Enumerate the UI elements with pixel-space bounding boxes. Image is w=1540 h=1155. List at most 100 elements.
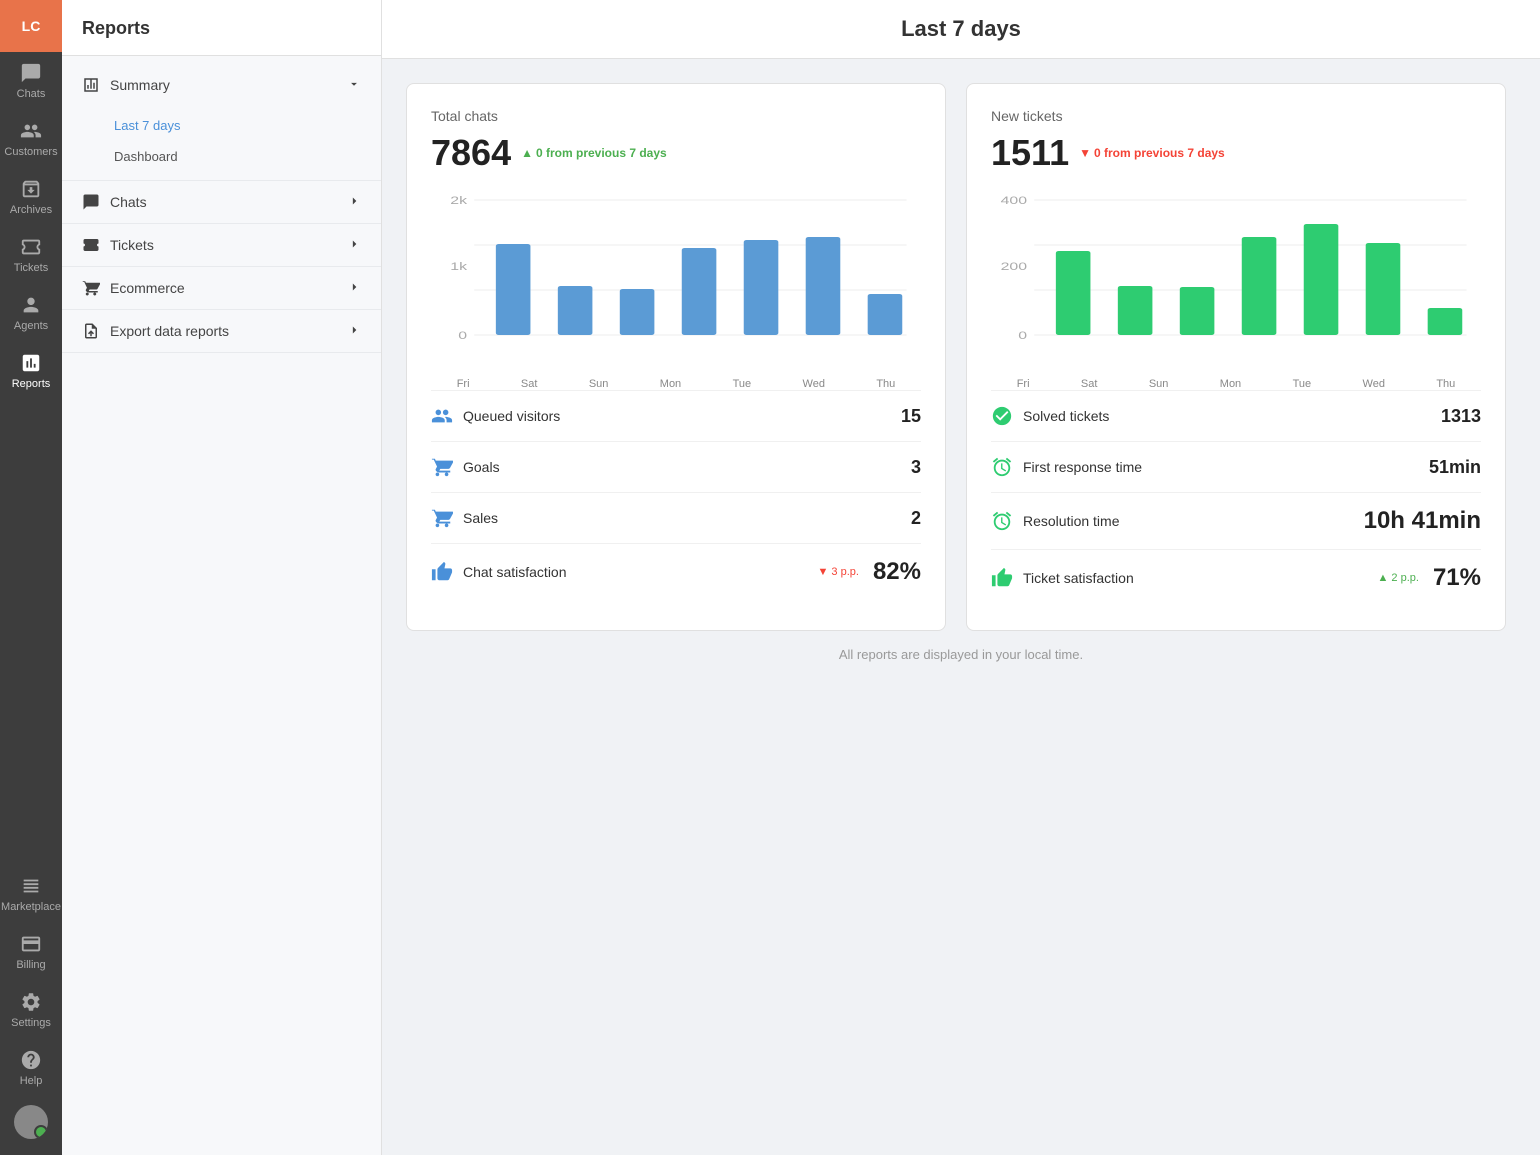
ticket-satisfaction-label: Ticket satisfaction (1023, 570, 1367, 586)
nav-section-ecommerce: Ecommerce (62, 267, 381, 310)
stat-first-response: First response time 51min (991, 441, 1481, 492)
stat-resolution-time: Resolution time 10h 41min (991, 492, 1481, 549)
sidebar-logo[interactable]: LC (0, 0, 62, 52)
left-panel: Reports Summary Last 7 days Dashboard Ch… (62, 0, 382, 1155)
main-header: Last 7 days (382, 0, 1540, 59)
chat-satisfaction-label: Chat satisfaction (463, 564, 807, 580)
sales-label: Sales (463, 510, 901, 526)
footer-note: All reports are displayed in your local … (406, 647, 1516, 662)
nav-item-summary-label: Summary (110, 77, 170, 93)
chart-label-thu1: Thu (876, 378, 895, 390)
sidebar-item-tickets[interactable]: Tickets (0, 226, 62, 284)
chart-label-fri2: Fri (1017, 378, 1030, 390)
nav-item-export[interactable]: Export data reports (62, 310, 381, 352)
total-chats-chart-labels: Fri Sat Sun Mon Tue Wed Thu (431, 378, 921, 390)
sidebar-item-help[interactable]: Help (0, 1039, 62, 1097)
queued-visitors-label: Queued visitors (463, 408, 891, 424)
stat-sales: Sales 2 (431, 492, 921, 543)
chat-satisfaction-delta: ▼ 3 p.p. (817, 566, 858, 578)
ticket-satisfaction-value: 71% (1433, 564, 1481, 592)
nav-section-tickets: Tickets (62, 224, 381, 267)
sidebar-label-settings: Settings (11, 1017, 51, 1029)
queued-visitors-value: 15 (901, 406, 921, 427)
chart-label-sat2: Sat (1081, 378, 1098, 390)
sidebar-label-chats: Chats (17, 88, 46, 100)
nav-item-ecommerce[interactable]: Ecommerce (62, 267, 381, 309)
chart-label-wed2: Wed (1363, 378, 1385, 390)
total-chats-card: Total chats 7864 ▲ 0 from previous 7 day… (406, 83, 946, 631)
chevron-right-icon-4 (347, 323, 361, 340)
stat-chat-satisfaction: Chat satisfaction ▼ 3 p.p. 82% (431, 543, 921, 600)
chart-label-thu2: Thu (1436, 378, 1455, 390)
main-title: Last 7 days (901, 16, 1021, 42)
delta-down-icon: ▼ (1079, 146, 1091, 160)
sidebar-item-reports[interactable]: Reports (0, 342, 62, 400)
sidebar-item-archives[interactable]: Archives (0, 168, 62, 226)
sidebar-item-billing[interactable]: Billing (0, 923, 62, 981)
chart-label-tue2: Tue (1293, 378, 1312, 390)
chat-satisfaction-value: 82% (873, 558, 921, 586)
nav-item-chats[interactable]: Chats (62, 181, 381, 223)
delta-up-icon: ▲ (521, 146, 533, 160)
chart-label-fri1: Fri (457, 378, 470, 390)
sidebar-item-chats[interactable]: Chats (0, 52, 62, 110)
sidebar-label-help: Help (20, 1075, 43, 1087)
nav-sub-item-dashboard[interactable]: Dashboard (62, 141, 381, 172)
nav-item-tickets-label: Tickets (110, 237, 154, 253)
sidebar-bottom: Marketplace Billing Settings Help (0, 865, 62, 1155)
new-tickets-delta-text: 0 from previous 7 days (1094, 146, 1225, 160)
sidebar-label-customers: Customers (4, 146, 57, 158)
sidebar-item-agents[interactable]: Agents (0, 284, 62, 342)
total-chats-delta-text: 0 from previous 7 days (536, 146, 667, 160)
new-tickets-number: 1511 (991, 132, 1069, 174)
stat-solved-tickets: Solved tickets 1313 (991, 390, 1481, 441)
nav-sub-item-last7days[interactable]: Last 7 days (62, 110, 381, 141)
left-panel-nav: Summary Last 7 days Dashboard Chats (62, 56, 381, 1155)
sidebar-label-marketplace: Marketplace (1, 901, 61, 913)
chart-label-mon2: Mon (1220, 378, 1241, 390)
chevron-right-icon-2 (347, 237, 361, 254)
logo-text: LC (22, 18, 41, 34)
nav-item-tickets[interactable]: Tickets (62, 224, 381, 266)
stat-queued-visitors: Queued visitors 15 (431, 390, 921, 441)
sidebar-label-agents: Agents (14, 320, 48, 332)
new-tickets-card: New tickets 1511 ▼ 0 from previous 7 day… (966, 83, 1506, 631)
sidebar-label-archives: Archives (10, 204, 52, 216)
chevron-right-icon (347, 194, 361, 211)
sidebar: LC Chats Customers Archives Tickets Agen… (0, 0, 62, 1155)
new-tickets-delta: ▼ 0 from previous 7 days (1079, 146, 1225, 160)
sidebar-item-marketplace[interactable]: Marketplace (0, 865, 62, 923)
sidebar-label-billing: Billing (16, 959, 45, 971)
resolution-time-label: Resolution time (1023, 513, 1354, 529)
chart-label-mon1: Mon (660, 378, 681, 390)
chart-label-sat1: Sat (521, 378, 538, 390)
solved-tickets-value: 1313 (1441, 406, 1481, 427)
nav-section-export: Export data reports (62, 310, 381, 353)
stat-ticket-satisfaction: Ticket satisfaction ▲ 2 p.p. 71% (991, 549, 1481, 606)
chart-label-sun1: Sun (589, 378, 609, 390)
total-chats-number: 7864 (431, 132, 511, 174)
nav-item-summary[interactable]: Summary (62, 64, 381, 106)
total-chats-value-row: 7864 ▲ 0 from previous 7 days (431, 132, 921, 174)
chart-label-tue1: Tue (733, 378, 752, 390)
goals-label: Goals (463, 459, 901, 475)
summary-sub-items: Last 7 days Dashboard (62, 106, 381, 180)
svg-text:2k: 2k (450, 194, 467, 206)
nav-item-ecommerce-label: Ecommerce (110, 280, 185, 296)
cards-grid: Total chats 7864 ▲ 0 from previous 7 day… (406, 83, 1506, 631)
sidebar-item-settings[interactable]: Settings (0, 981, 62, 1039)
new-tickets-chart: 400 200 0 (991, 190, 1481, 370)
ticket-satisfaction-delta: ▲ 2 p.p. (1377, 572, 1418, 584)
chart-label-wed1: Wed (803, 378, 825, 390)
chevron-down-icon (347, 77, 361, 94)
first-response-label: First response time (1023, 459, 1419, 475)
sidebar-item-customers[interactable]: Customers (0, 110, 62, 168)
stat-goals: Goals 3 (431, 441, 921, 492)
resolution-time-value: 10h 41min (1364, 507, 1481, 535)
total-chats-delta: ▲ 0 from previous 7 days (521, 146, 667, 160)
new-tickets-value-row: 1511 ▼ 0 from previous 7 days (991, 132, 1481, 174)
new-tickets-title: New tickets (991, 108, 1481, 124)
total-chats-chart: 2k 1k 0 (431, 190, 921, 370)
chevron-right-icon-3 (347, 280, 361, 297)
avatar[interactable] (14, 1105, 48, 1139)
